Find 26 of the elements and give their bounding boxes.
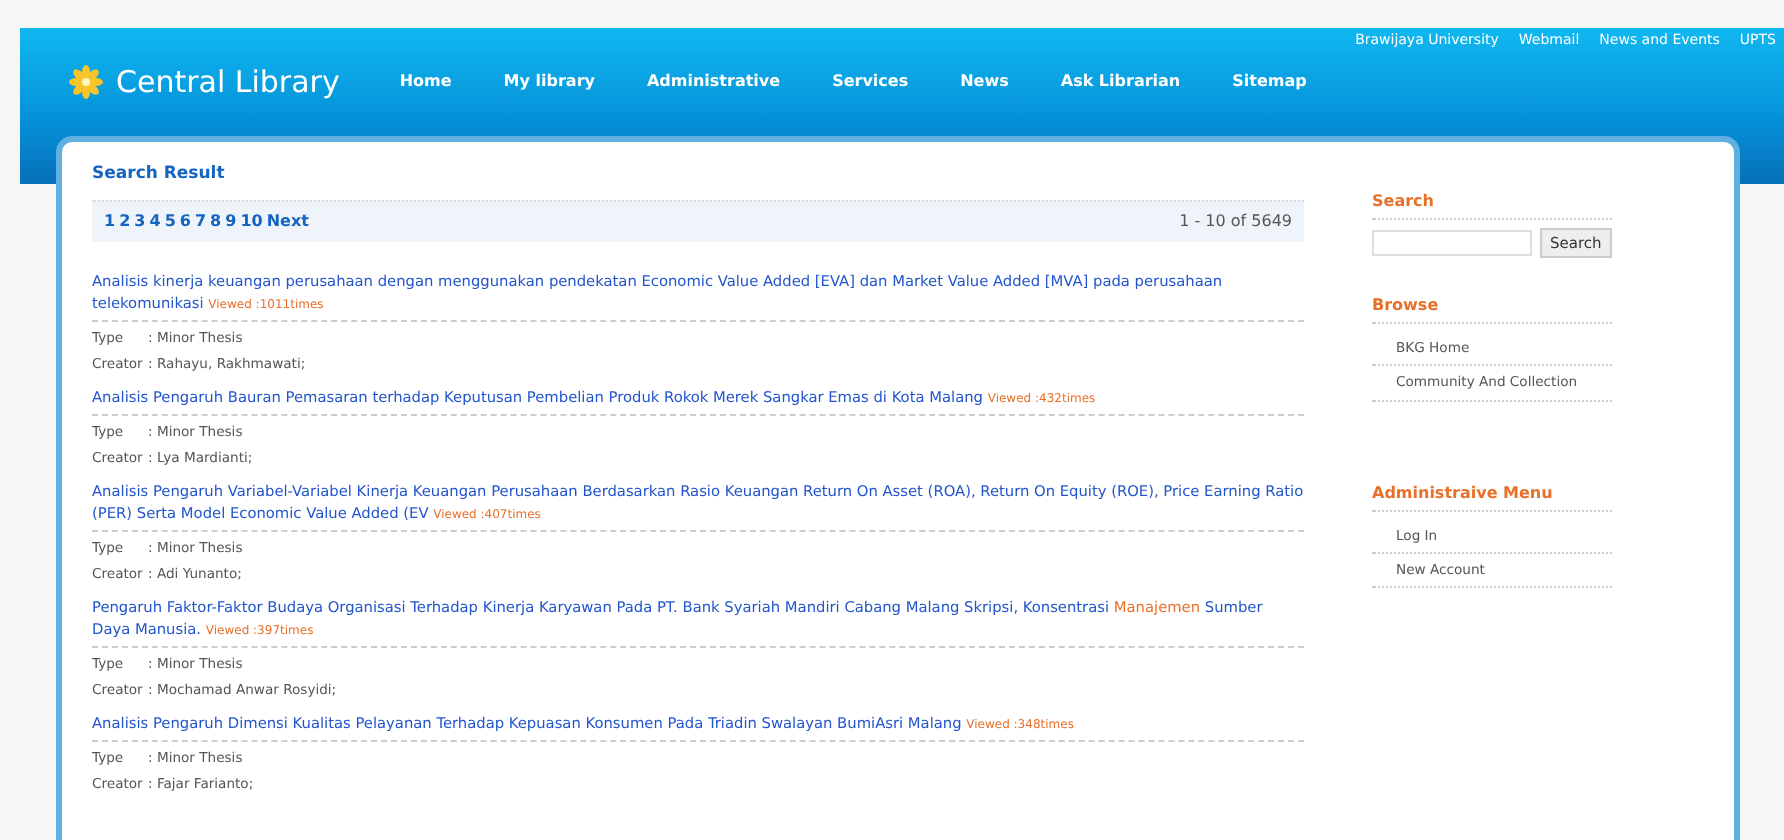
- page-link[interactable]: 5: [164, 211, 176, 230]
- page-link[interactable]: 10: [240, 211, 263, 230]
- page-link[interactable]: 3: [134, 211, 146, 230]
- page-link[interactable]: 7: [194, 211, 207, 230]
- site-title: Central Library: [116, 62, 340, 104]
- sidebar-heading: Search: [1372, 190, 1612, 220]
- flower-logo-icon: [68, 64, 104, 101]
- result-count: 1 - 10 of 5649: [1179, 209, 1292, 234]
- nav-link[interactable]: Sitemap: [1232, 70, 1307, 95]
- page-link[interactable]: 6: [179, 211, 191, 230]
- section-heading: Search Result: [92, 162, 227, 188]
- nav-link[interactable]: News: [960, 70, 1009, 95]
- page-link[interactable]: 2: [119, 211, 131, 230]
- page-link[interactable]: Next: [266, 211, 309, 230]
- page-link[interactable]: 4: [149, 211, 161, 230]
- page-link[interactable]: 8: [210, 211, 222, 230]
- search-field[interactable]: [1372, 230, 1532, 257]
- sidebar-heading: Administraive Menu: [1372, 481, 1612, 512]
- nav-link[interactable]: Ask Librarian: [1060, 70, 1181, 95]
- nav-link[interactable]: My library: [503, 70, 595, 95]
- sidebar-heading: Browse: [1372, 294, 1612, 325]
- nav-link[interactable]: Services: [832, 70, 909, 95]
- page-link[interactable]: 1: [104, 211, 116, 230]
- page-link[interactable]: 9: [225, 211, 237, 230]
- nav-link[interactable]: Administrative: [646, 70, 781, 95]
- nav-link[interactable]: Home: [399, 70, 452, 95]
